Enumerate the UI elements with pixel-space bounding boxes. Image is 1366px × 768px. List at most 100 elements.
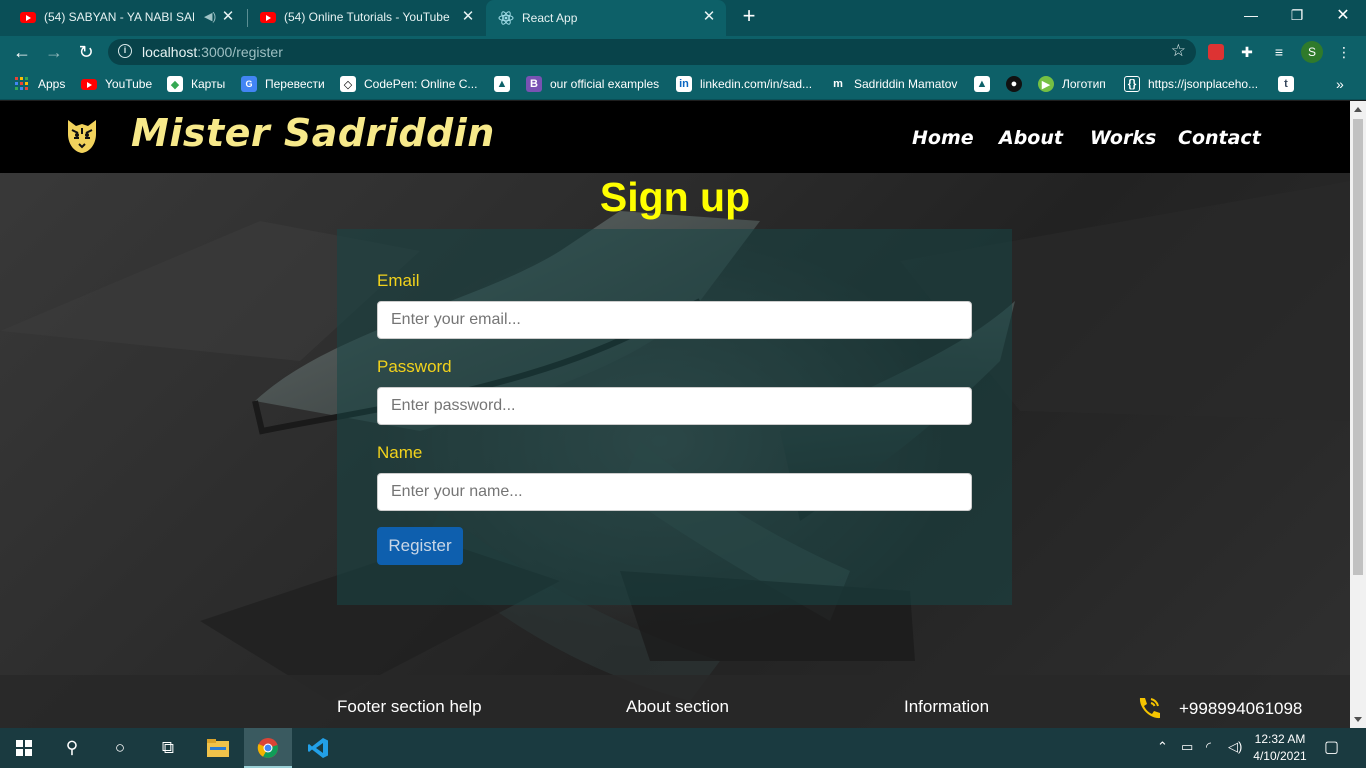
- scroll-up-icon[interactable]: [1354, 107, 1362, 112]
- chrome-taskbar-icon[interactable]: [244, 728, 292, 768]
- file-explorer-icon[interactable]: [194, 728, 242, 768]
- close-tab-icon[interactable]: ✕: [700, 8, 718, 26]
- bookmark-linkedin[interactable]: in linkedin.com/in/sad...: [676, 75, 812, 93]
- nav-home[interactable]: Home: [912, 127, 974, 149]
- bookmark-youtube[interactable]: YouTube: [81, 75, 152, 93]
- footer-info-link[interactable]: Information: [904, 697, 989, 717]
- translate-icon: G: [241, 76, 257, 92]
- scrollbar-thumb[interactable]: [1353, 119, 1363, 575]
- back-icon[interactable]: ←: [10, 40, 34, 64]
- search-icon[interactable]: ⚲: [48, 728, 96, 768]
- close-tab-icon[interactable]: ✕: [459, 8, 477, 26]
- bookmarks-overflow-icon[interactable]: »: [1336, 75, 1344, 93]
- tab-online-tutorials[interactable]: (54) Online Tutorials - YouTube ✕: [240, 0, 485, 34]
- codepen-icon: ◇: [340, 76, 356, 92]
- system-clock[interactable]: 12:32 AM 4/10/2021: [1248, 731, 1312, 765]
- bookmark-cap-2[interactable]: ▲: [974, 75, 998, 93]
- notifications-icon[interactable]: ▢: [1324, 737, 1339, 757]
- close-window-button[interactable]: ✕: [1320, 0, 1366, 30]
- footer-help-link[interactable]: Footer section help: [337, 697, 482, 717]
- menu-kebab-icon[interactable]: ⋮: [1335, 43, 1353, 61]
- password-field[interactable]: [377, 387, 972, 425]
- url-text[interactable]: localhost:3000/register: [142, 44, 283, 60]
- vscode-icon[interactable]: [294, 728, 342, 768]
- bookmark-maps[interactable]: ◆ Карты: [167, 75, 225, 93]
- extension-icon[interactable]: [1207, 43, 1225, 61]
- nav-works[interactable]: Works: [1090, 127, 1156, 149]
- bookmark-star-icon[interactable]: ☆: [1171, 41, 1186, 61]
- clock-date: 4/10/2021: [1253, 749, 1307, 763]
- site-footer: Footer section help About section Inform…: [0, 675, 1350, 728]
- tab-title: (54) Online Tutorials - YouTube: [284, 10, 450, 24]
- browser-tab-strip: (54) SABYAN - YA NABI SALAM ◀) ✕ (54) On…: [0, 0, 1366, 36]
- linkedin-icon: in: [676, 76, 692, 92]
- password-label: Password: [377, 357, 452, 376]
- site-info-icon[interactable]: i: [118, 44, 132, 58]
- name-field[interactable]: [377, 473, 972, 511]
- play-icon: ▶: [1038, 76, 1054, 92]
- bookmark-cap[interactable]: ▲: [494, 75, 518, 93]
- browser-toolbar: ← → ↻ i localhost:3000/register ☆ ✚ ≡ S …: [0, 36, 1366, 68]
- battery-icon[interactable]: ▭: [1181, 739, 1193, 755]
- bookmark-bootstrap[interactable]: Bour official examples: [526, 75, 659, 93]
- new-tab-button[interactable]: +: [738, 5, 760, 28]
- wifi-icon[interactable]: ◜: [1206, 739, 1211, 755]
- forward-icon[interactable]: →: [42, 40, 66, 64]
- nav-contact[interactable]: Contact: [1178, 127, 1261, 149]
- page-title: Sign up: [599, 174, 751, 220]
- t-icon: t: [1278, 76, 1294, 92]
- email-label: Email: [377, 271, 420, 290]
- reload-icon[interactable]: ↻: [74, 40, 98, 64]
- maps-icon: ◆: [167, 76, 183, 92]
- volume-icon[interactable]: ◁): [1228, 739, 1242, 755]
- bookmark-t[interactable]: t: [1278, 75, 1302, 93]
- react-icon: [498, 10, 514, 26]
- cap-icon: ▲: [974, 76, 990, 92]
- nav-about[interactable]: About: [999, 127, 1063, 149]
- site-navbar: Mister Sadriddin Home About Works Contac…: [0, 101, 1350, 173]
- page-scrollbar[interactable]: [1350, 101, 1366, 728]
- phone-number[interactable]: +998994061098: [1179, 699, 1302, 719]
- show-hidden-icons[interactable]: ⌃: [1157, 739, 1168, 755]
- bookmark-codepen[interactable]: ◇ CodePen: Online C...: [340, 75, 477, 93]
- youtube-icon: [81, 76, 97, 92]
- footer-about-link[interactable]: About section: [626, 697, 729, 717]
- windows-taskbar: ⚲ ○ ⧉ ⌃ ▭ ◜ ◁) 12:32 AM 4/10/2021 ▢: [0, 728, 1366, 768]
- minimize-button[interactable]: —: [1228, 0, 1274, 30]
- tab-title: (54) SABYAN - YA NABI SALAM: [44, 10, 194, 24]
- task-view-icon[interactable]: ⧉: [144, 728, 192, 768]
- extensions-puzzle-icon[interactable]: ✚: [1238, 43, 1256, 61]
- brand-title[interactable]: Mister Sadriddin: [131, 111, 495, 155]
- email-field[interactable]: [377, 301, 972, 339]
- cap-icon: ▲: [494, 76, 510, 92]
- tiger-logo-icon[interactable]: [62, 116, 102, 156]
- github-icon: ●: [1006, 76, 1022, 92]
- tab-sabyan[interactable]: (54) SABYAN - YA NABI SALAM ◀) ✕: [0, 0, 245, 34]
- m-icon: m: [833, 78, 843, 90]
- restore-button[interactable]: ❐: [1274, 0, 1320, 30]
- media-queue-icon[interactable]: ≡: [1270, 43, 1288, 61]
- cortana-icon[interactable]: ○: [96, 728, 144, 768]
- speaker-icon[interactable]: ◀): [204, 10, 216, 23]
- address-bar[interactable]: i localhost:3000/register ☆: [108, 39, 1196, 65]
- close-tab-icon[interactable]: ✕: [219, 8, 237, 26]
- tab-react-app[interactable]: React App ✕: [486, 0, 726, 36]
- bookmark-translate[interactable]: G Перевести: [241, 75, 325, 93]
- clock-time: 12:32 AM: [1254, 732, 1306, 746]
- apps-grid-icon: [14, 76, 30, 92]
- bookmarks-bar: Apps YouTube ◆ Карты G Перевести ◇ CodePen:…: [0, 68, 1366, 100]
- phone-icon: [1139, 698, 1160, 719]
- bookmark-logotip[interactable]: ▶ Логотип: [1038, 75, 1106, 93]
- windows-start-icon[interactable]: [0, 728, 48, 768]
- profile-avatar[interactable]: S: [1301, 41, 1323, 63]
- bookmark-jsonplaceholder[interactable]: {} https://jsonplaceho...: [1124, 75, 1258, 93]
- scroll-down-icon[interactable]: [1354, 717, 1362, 722]
- bookmark-sadriddin[interactable]: m Sadriddin Mamatov: [830, 75, 957, 93]
- web-page: Mister Sadriddin Home About Works Contac…: [0, 101, 1350, 728]
- tab-title: React App: [522, 11, 578, 25]
- signup-form: Email Password Name Register: [337, 229, 1012, 605]
- register-button[interactable]: Register: [377, 527, 463, 565]
- bootstrap-icon: B: [526, 76, 542, 92]
- bookmark-apps[interactable]: Apps: [14, 75, 65, 93]
- bookmark-github[interactable]: ●: [1006, 75, 1030, 93]
